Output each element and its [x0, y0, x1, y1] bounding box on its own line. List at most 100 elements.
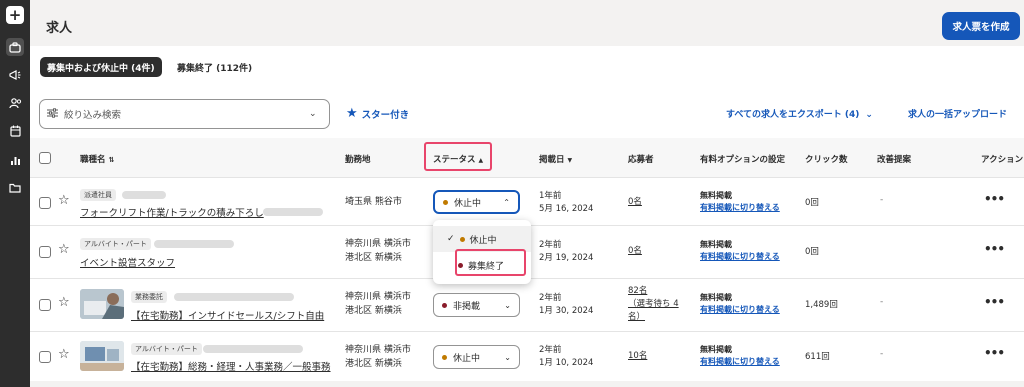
- more-actions-icon[interactable]: •••: [984, 346, 1005, 360]
- click-count: 1,489回: [805, 300, 838, 310]
- employment-type-badge: アルバイト・パート: [80, 238, 151, 250]
- column-header-actions: アクション: [981, 155, 1024, 165]
- bulk-upload-button[interactable]: 求人の一括アップロード: [908, 107, 1007, 120]
- sort-down-icon: ▼: [567, 157, 573, 164]
- star-icon[interactable]: ☆: [58, 193, 70, 208]
- chevron-down-icon: ⌄: [504, 352, 511, 362]
- location-text: 埼玉県 熊谷市: [345, 197, 402, 207]
- briefcase-icon[interactable]: [6, 38, 24, 56]
- people-icon[interactable]: [6, 94, 24, 112]
- redacted-company: [154, 240, 234, 248]
- chevron-down-icon: ⌄: [309, 109, 317, 119]
- row-checkbox[interactable]: [39, 299, 51, 311]
- row-checkbox[interactable]: [39, 246, 51, 258]
- column-header-location: 勤務地: [345, 155, 371, 165]
- status-select[interactable]: 非掲載 ⌄: [433, 293, 520, 317]
- location-text: 神奈川県 横浜市 港北区 新横浜: [345, 239, 411, 263]
- megaphone-icon[interactable]: [6, 66, 24, 84]
- employment-type-badge: 派遣社員: [80, 189, 116, 201]
- sort-icon: ⇅: [108, 156, 115, 164]
- posted-date: 1年前 5月 16, 2024: [539, 191, 594, 214]
- filter-sliders-icon: [40, 107, 64, 121]
- starred-filter-button[interactable]: ★ スター付き: [346, 106, 409, 121]
- status-select[interactable]: 休止中 ⌄: [433, 345, 520, 369]
- status-select[interactable]: 休止中 ⌃: [433, 190, 520, 214]
- more-actions-icon[interactable]: •••: [984, 192, 1005, 206]
- suggestion-text: -: [880, 297, 884, 307]
- chevron-down-icon: ⌄: [504, 300, 511, 310]
- star-filled-icon: ★: [346, 106, 358, 121]
- column-header-job-title[interactable]: 職種名 ⇅: [80, 153, 114, 165]
- redacted-company: [174, 293, 294, 301]
- switch-to-paid-link[interactable]: 有料掲載に切り替える: [700, 251, 780, 263]
- table-row: ☆ 派遣社員 フォークリフト作業/トラックの積み下ろし 埼玉県 熊谷市 休止中 …: [30, 178, 1024, 226]
- paid-option: 無料掲載 有料掲載に切り替える: [700, 240, 780, 263]
- job-title-link[interactable]: イベント設営スタッフ: [80, 255, 175, 269]
- status-dot: [443, 199, 448, 205]
- redacted-company: [122, 191, 166, 199]
- export-label: すべての求人をエクスポート (4): [726, 110, 860, 120]
- job-title-link[interactable]: 【在宅勤務】インサイドセールス/シフト自由: [131, 308, 324, 322]
- applicants-link[interactable]: 10名: [628, 350, 647, 363]
- tab-closed-jobs[interactable]: 募集終了 (112件): [170, 57, 259, 77]
- select-all-checkbox[interactable]: [39, 152, 51, 164]
- switch-to-paid-link[interactable]: 有料掲載に切り替える: [700, 202, 780, 214]
- applicants-link[interactable]: 0名: [628, 245, 642, 258]
- filter-search-box[interactable]: 絞り込み検索 ⌄: [39, 99, 330, 129]
- left-nav-rail: +: [0, 0, 30, 387]
- status-dot: [459, 236, 465, 242]
- column-header-options: 有料オプションの設定: [700, 155, 786, 165]
- suggestion-text: -: [880, 349, 884, 359]
- export-all-jobs-button[interactable]: すべての求人をエクスポート (4) ⌄: [726, 107, 873, 120]
- posted-date: 2年前 1月 30, 2024: [539, 293, 594, 316]
- employment-type-badge: アルバイト・パート: [131, 343, 202, 355]
- column-header-suggestions: 改善提案: [877, 155, 912, 165]
- status-value: 非掲載: [453, 301, 481, 312]
- star-icon[interactable]: ☆: [58, 295, 70, 310]
- paid-option: 無料掲載 有料掲載に切り替える: [700, 191, 780, 214]
- folder-icon[interactable]: [6, 179, 24, 197]
- status-option-label: 休止中: [469, 235, 497, 246]
- row-checkbox[interactable]: [39, 351, 51, 363]
- job-title-link[interactable]: 【在宅勤務】総務・経理・人事業務／一般事務: [131, 359, 331, 373]
- chevron-down-icon: ⌄: [865, 110, 873, 120]
- column-header-applicants: 応募者: [628, 155, 654, 165]
- search-placeholder: 絞り込み検索: [64, 110, 122, 121]
- redacted-company: [203, 345, 303, 353]
- tab-active-jobs[interactable]: 募集中および休止中 (4件): [40, 57, 162, 77]
- calendar-icon[interactable]: [6, 122, 24, 140]
- suggestion-text: -: [880, 195, 884, 205]
- create-plus-icon[interactable]: +: [6, 6, 24, 24]
- status-value: 休止中: [454, 198, 482, 209]
- click-count: 0回: [805, 247, 819, 257]
- table-row: ☆ アルバイト・パート 【在宅勤務】総務・経理・人事業務／一般事務 神奈川県 横…: [30, 332, 1024, 381]
- star-icon[interactable]: ☆: [58, 242, 70, 257]
- applicants-link[interactable]: 82名 （選考待ち 4 名）: [628, 285, 679, 324]
- column-header-clicks: クリック数: [805, 155, 848, 165]
- bar-chart-icon[interactable]: [6, 151, 24, 169]
- click-count: 611回: [805, 352, 830, 362]
- starred-label: スター付き: [361, 109, 410, 121]
- location-text: 神奈川県 横浜市 港北区 新横浜: [345, 345, 411, 369]
- table-row: ☆ 業務委託 【在宅勤務】インサイドセールス/シフト自由 神奈川県 横浜市 港北区…: [30, 279, 1024, 332]
- create-job-button[interactable]: 求人票を作成: [942, 12, 1020, 40]
- more-actions-icon[interactable]: •••: [984, 242, 1005, 256]
- status-header-highlight: [424, 142, 492, 171]
- job-title-link[interactable]: フォークリフト作業/トラックの積み下ろし: [80, 205, 264, 219]
- column-header-posted[interactable]: 掲載日 ▼: [539, 153, 572, 165]
- more-actions-icon[interactable]: •••: [984, 295, 1005, 309]
- switch-to-paid-link[interactable]: 有料掲載に切り替える: [700, 356, 780, 368]
- bottom-strip: [30, 381, 1024, 387]
- row-checkbox[interactable]: [39, 197, 51, 209]
- paid-option: 無料掲載 有料掲載に切り替える: [700, 345, 780, 368]
- check-icon: ✓: [447, 234, 455, 244]
- click-count: 0回: [805, 198, 819, 208]
- closed-option-highlight: [455, 249, 526, 276]
- switch-to-paid-link[interactable]: 有料掲載に切り替える: [700, 304, 780, 316]
- chevron-up-icon: ⌃: [503, 197, 510, 207]
- applicants-link[interactable]: 0名: [628, 196, 642, 209]
- status-dot: [442, 302, 447, 308]
- posted-date: 2年前 2月 19, 2024: [539, 240, 594, 263]
- page-header: 求人 求人票を作成: [30, 0, 1024, 46]
- star-icon[interactable]: ☆: [58, 347, 70, 362]
